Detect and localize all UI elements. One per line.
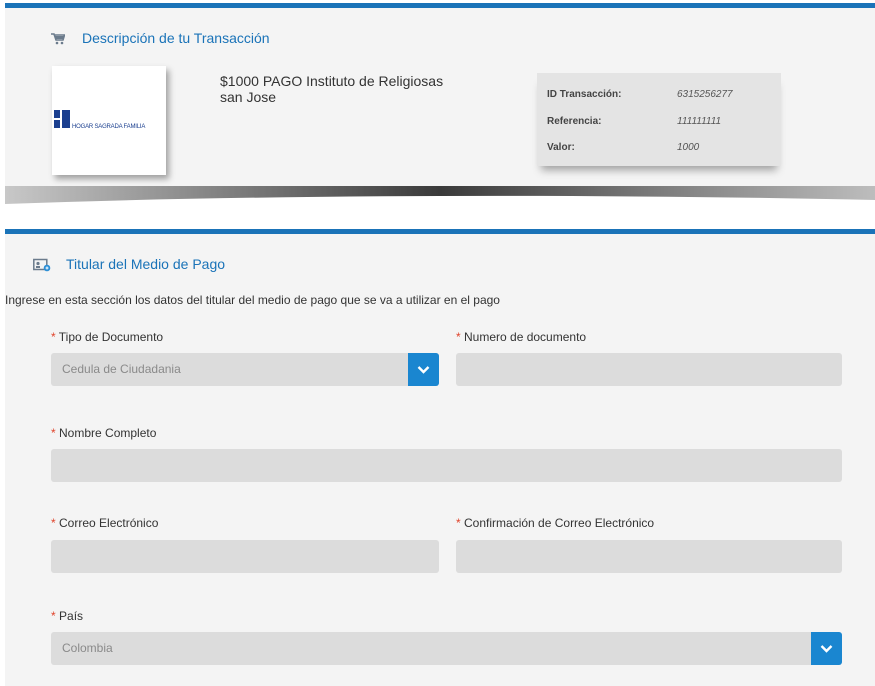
email-confirm-input[interactable] bbox=[456, 540, 842, 573]
email-confirm-label-text: Confirmación de Correo Electrónico bbox=[464, 516, 655, 530]
payment-holder-title: Titular del Medio de Pago bbox=[66, 256, 226, 272]
email-label: * Correo Electrónico bbox=[51, 516, 158, 530]
doc-type-select[interactable]: Cedula de Ciudadania bbox=[51, 353, 439, 386]
reference-value: 111111111 bbox=[677, 116, 722, 127]
merchant-logo: HOGAR SAGRADA FAMILIA bbox=[52, 66, 166, 175]
doc-type-value: Cedula de Ciudadania bbox=[62, 362, 181, 376]
id-card-icon bbox=[33, 258, 51, 277]
payment-holder-intro: Ingrese en esta sección los datos del ti… bbox=[5, 293, 500, 307]
chevron-down-icon[interactable] bbox=[811, 632, 842, 665]
transaction-item-text: $1000 PAGO Instituto de Religiosas san J… bbox=[220, 73, 444, 105]
required-mark: * bbox=[51, 426, 56, 440]
country-label-text: País bbox=[59, 609, 84, 623]
doc-type-label: * Tipo de Documento bbox=[51, 330, 163, 344]
required-mark: * bbox=[51, 330, 56, 344]
doc-type-label-text: Tipo de Documento bbox=[58, 330, 164, 344]
full-name-label-text: Nombre Completo bbox=[59, 426, 157, 440]
email-confirm-label: * Confirmación de Correo Electrónico bbox=[456, 516, 654, 530]
required-mark: * bbox=[456, 330, 461, 344]
country-value: Colombia bbox=[62, 641, 113, 655]
full-name-label: * Nombre Completo bbox=[51, 426, 156, 440]
logo-mark-icon bbox=[54, 110, 70, 128]
required-mark: * bbox=[456, 516, 461, 530]
transaction-id-row: ID Transacción: 6315256277 bbox=[547, 89, 777, 103]
transaction-id-value: 6315256277 bbox=[677, 89, 733, 100]
amount-value: 1000 bbox=[677, 142, 700, 153]
amount-label: Valor: bbox=[547, 142, 575, 153]
transaction-id-label: ID Transacción: bbox=[547, 89, 622, 100]
reference-row: Referencia: 111111111 bbox=[547, 116, 777, 130]
reference-label: Referencia: bbox=[547, 116, 602, 127]
required-mark: * bbox=[51, 516, 56, 530]
logo-text: HOGAR SAGRADA FAMILIA bbox=[72, 124, 146, 130]
chevron-down-icon[interactable] bbox=[408, 353, 439, 386]
full-name-input[interactable] bbox=[51, 449, 842, 482]
country-select[interactable]: Colombia bbox=[51, 632, 842, 665]
email-input[interactable] bbox=[51, 540, 439, 573]
country-label: * País bbox=[51, 609, 83, 623]
required-mark: * bbox=[51, 609, 56, 623]
doc-number-input[interactable] bbox=[456, 353, 842, 386]
doc-number-label-text: Numero de documento bbox=[464, 330, 587, 344]
doc-number-label: * Numero de documento bbox=[456, 330, 586, 344]
email-label-text: Correo Electrónico bbox=[59, 516, 159, 530]
transaction-description-title: Descripción de tu Transacción bbox=[82, 30, 270, 46]
cart-icon bbox=[51, 32, 66, 50]
amount-row: Valor: 1000 bbox=[547, 142, 777, 156]
transaction-summary: ID Transacción: 6315256277 Referencia: 1… bbox=[537, 73, 781, 166]
panel-divider bbox=[5, 186, 875, 204]
